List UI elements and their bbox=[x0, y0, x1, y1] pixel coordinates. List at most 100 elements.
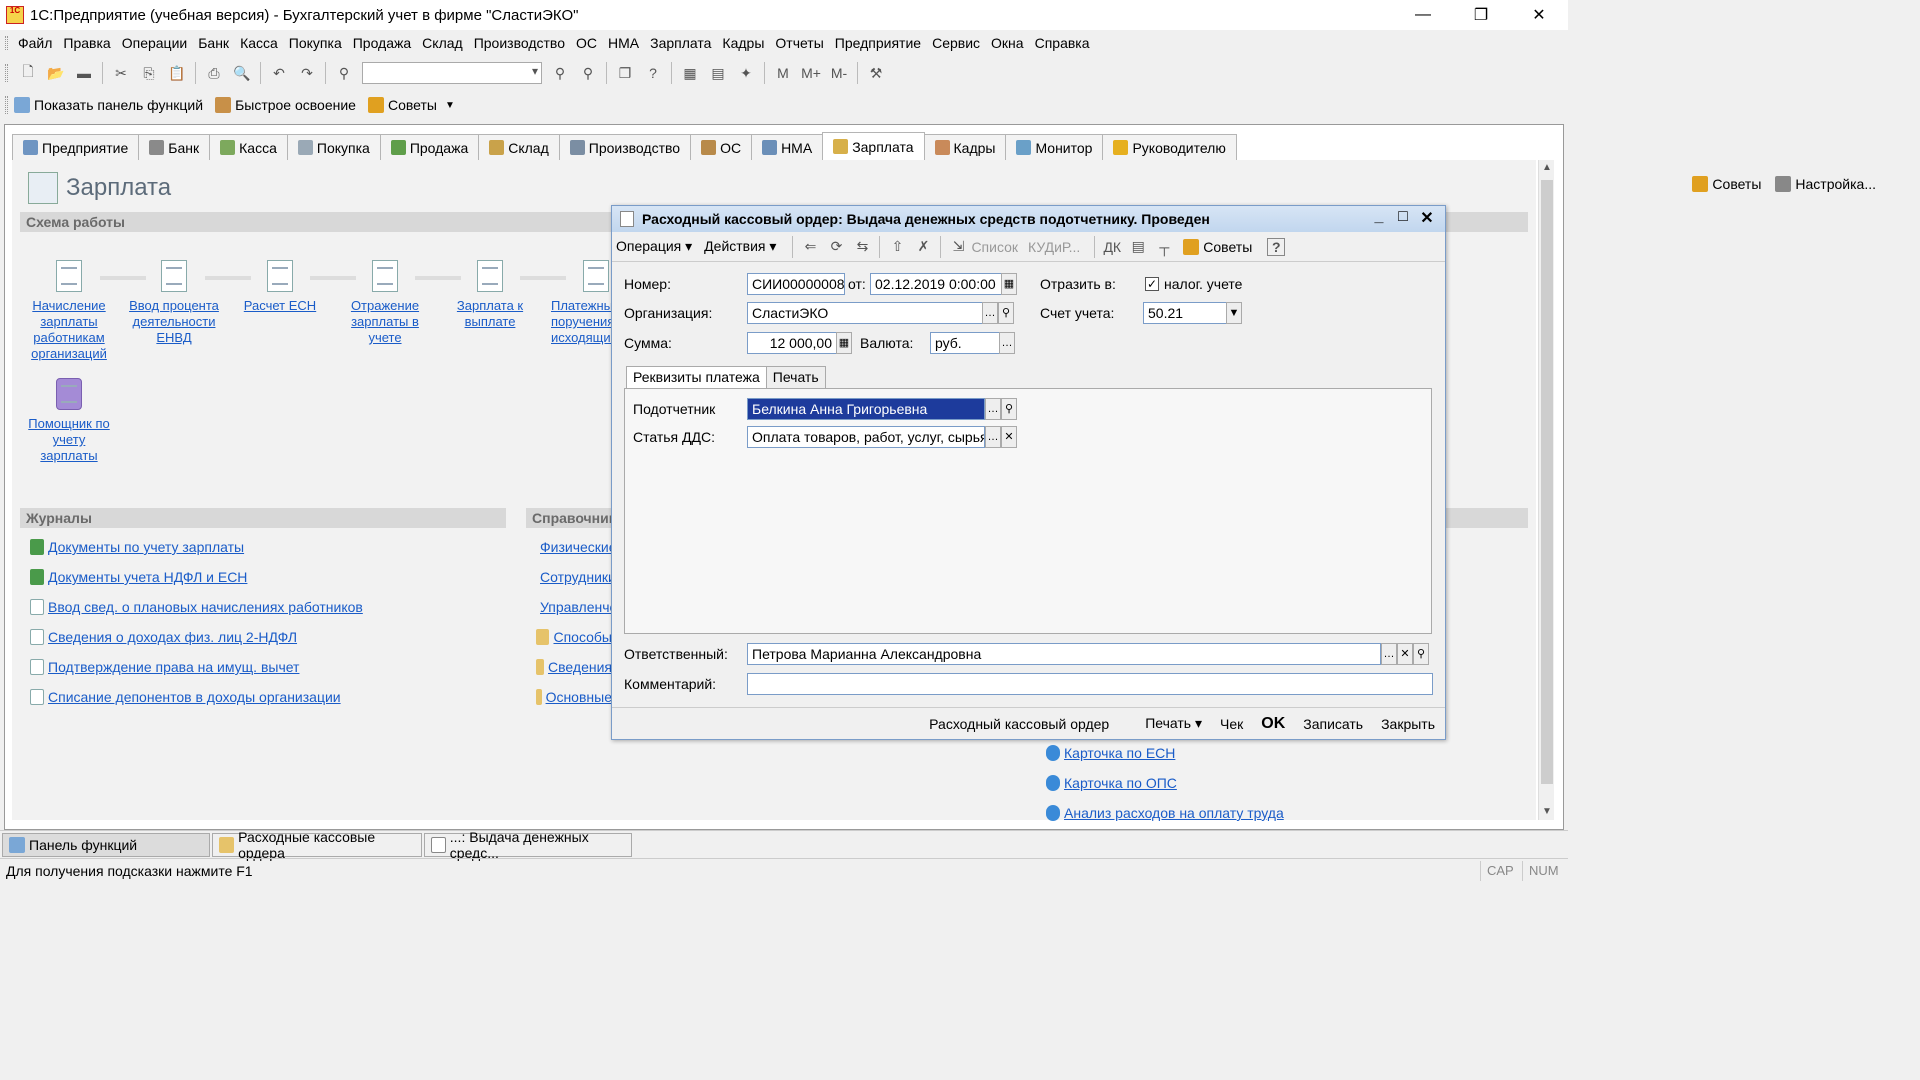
comment-field[interactable] bbox=[747, 673, 1433, 695]
scroll-down-icon[interactable]: ▼ bbox=[1539, 804, 1555, 820]
task-cash-orders[interactable]: Расходные кассовые ордера bbox=[212, 829, 422, 861]
search-icon[interactable]: ⚲ bbox=[1001, 398, 1017, 420]
chevron-down-icon[interactable]: ▼ bbox=[445, 100, 455, 111]
close-icon[interactable]: ✕ bbox=[1510, 0, 1568, 30]
open-icon[interactable]: 📂 bbox=[45, 62, 67, 84]
help-icon[interactable]: ? bbox=[642, 62, 664, 84]
tab-hr[interactable]: Кадры bbox=[923, 134, 1007, 160]
save-icon[interactable]: ▬ bbox=[73, 62, 95, 84]
page-tips-link[interactable]: Советы bbox=[1712, 176, 1761, 192]
scroll-up-icon[interactable]: ▲ bbox=[1539, 160, 1555, 176]
menu-help[interactable]: Справка bbox=[1035, 35, 1090, 51]
structure-icon[interactable]: ┬ bbox=[1154, 237, 1174, 257]
memory-m-plus[interactable]: M+ bbox=[800, 62, 822, 84]
tab-cash[interactable]: Касса bbox=[209, 134, 288, 160]
calculator-icon[interactable]: ▦ bbox=[679, 62, 701, 84]
sum-field[interactable]: 12 000,00 bbox=[747, 332, 837, 354]
select-button[interactable]: … bbox=[999, 332, 1015, 354]
salary-helper-link[interactable]: Помощник по учету зарплаты bbox=[24, 378, 114, 464]
ref-link[interactable]: Способы bbox=[536, 622, 612, 652]
menu-warehouse[interactable]: Склад bbox=[422, 35, 463, 51]
menu-nma[interactable]: НМА bbox=[608, 35, 639, 51]
select-button[interactable]: … bbox=[982, 302, 998, 324]
ref-link[interactable]: Управленческие bbox=[536, 592, 612, 622]
task-functions-panel[interactable]: Панель функций bbox=[2, 832, 210, 857]
tips-button[interactable]: Советы ▼ bbox=[367, 97, 455, 113]
page-settings-link[interactable]: Настройка... bbox=[1795, 176, 1876, 192]
list-button[interactable]: Список bbox=[971, 239, 1018, 255]
preview-icon[interactable]: 🔍 bbox=[231, 62, 253, 84]
tab-warehouse[interactable]: Склад bbox=[478, 134, 560, 160]
restore-icon[interactable]: ❐ bbox=[1452, 0, 1510, 30]
menu-edit[interactable]: Правка bbox=[63, 35, 110, 51]
schema-item-reflection[interactable]: Отражение зарплаты в учете bbox=[340, 260, 430, 346]
org-field[interactable]: СластиЭКО bbox=[747, 302, 983, 324]
menu-service[interactable]: Сервис bbox=[932, 35, 980, 51]
menu-file[interactable]: Файл bbox=[18, 35, 52, 51]
memory-m[interactable]: M bbox=[772, 62, 794, 84]
calendar-icon[interactable]: ▦ bbox=[1001, 273, 1017, 295]
doc-print-button[interactable]: Расходный кассовый ордер bbox=[929, 716, 1109, 732]
schema-item-accrual[interactable]: Начисление зарплаты работникам организац… bbox=[24, 260, 114, 362]
help-button[interactable]: ? bbox=[1267, 237, 1286, 256]
journal-link[interactable]: Подтверждение права на имущ. вычет bbox=[30, 652, 363, 682]
tab-salary[interactable]: Зарплата bbox=[822, 132, 925, 160]
arrow-left-icon[interactable]: ⇐ bbox=[800, 237, 820, 257]
menu-purchase[interactable]: Покупка bbox=[289, 35, 342, 51]
chevron-down-icon[interactable]: ▼ bbox=[1226, 302, 1242, 324]
swap-icon[interactable]: ⇆ bbox=[852, 237, 872, 257]
windows-icon[interactable]: ❐ bbox=[614, 62, 636, 84]
accountable-field[interactable]: Белкина Анна Григорьевна bbox=[747, 398, 985, 420]
select-button[interactable]: … bbox=[1381, 643, 1397, 665]
menu-bank[interactable]: Банк bbox=[198, 35, 229, 51]
tab-production[interactable]: Производство bbox=[558, 134, 692, 160]
find-next-icon[interactable]: ⚲ bbox=[549, 62, 571, 84]
menu-reports[interactable]: Отчеты bbox=[775, 35, 823, 51]
schema-item-esn[interactable]: Расчет ЕСН bbox=[235, 260, 325, 314]
post-icon[interactable]: ⇧ bbox=[887, 237, 907, 257]
journal-link[interactable]: Ввод свед. о плановых начислениях работн… bbox=[30, 592, 363, 622]
copy-icon[interactable]: ⎘ bbox=[138, 62, 160, 84]
maximize-icon[interactable]: □ bbox=[1391, 208, 1415, 228]
wizard-icon[interactable]: ✦ bbox=[735, 62, 757, 84]
dialog-tips-button[interactable]: Советы bbox=[1203, 239, 1252, 255]
search-icon[interactable]: ⚲ bbox=[1413, 643, 1429, 665]
actions-menu[interactable]: Действия ▾ bbox=[704, 238, 776, 255]
ref-link[interactable]: Основные bbox=[536, 682, 612, 712]
tools-icon[interactable]: ⚒ bbox=[865, 62, 887, 84]
tab-enterprise[interactable]: Предприятие bbox=[12, 134, 140, 160]
menu-os[interactable]: ОС bbox=[576, 35, 597, 51]
schema-item-payment-orders[interactable]: Платежные поручения исходящие bbox=[551, 260, 611, 346]
search-combo[interactable] bbox=[362, 62, 542, 84]
minimize-icon[interactable]: — bbox=[1394, 0, 1452, 30]
tab-sale[interactable]: Продажа bbox=[379, 134, 480, 160]
save-button[interactable]: Записать bbox=[1303, 716, 1363, 732]
journal-link[interactable]: Сведения о доходах физ. лиц 2-НДФЛ bbox=[30, 622, 363, 652]
scroll-thumb[interactable] bbox=[1541, 180, 1553, 784]
journal-link[interactable]: Списание депонентов в доходы организации bbox=[30, 682, 363, 712]
schema-item-envd[interactable]: Ввод процента деятельности ЕНВД bbox=[129, 260, 219, 346]
dds-field[interactable]: Оплата товаров, работ, услуг, сырья bbox=[747, 426, 985, 448]
menu-production[interactable]: Производство bbox=[474, 35, 565, 51]
menu-windows[interactable]: Окна bbox=[991, 35, 1024, 51]
select-button[interactable]: … bbox=[985, 426, 1001, 448]
select-button[interactable]: … bbox=[985, 398, 1001, 420]
menu-cash[interactable]: Касса bbox=[240, 35, 278, 51]
ref-link[interactable]: Сотрудники bbox=[536, 562, 612, 592]
menu-hr[interactable]: Кадры bbox=[722, 35, 764, 51]
search-icon[interactable]: ⚲ bbox=[998, 302, 1014, 324]
tab-os[interactable]: ОС bbox=[690, 134, 753, 160]
operation-menu[interactable]: Операция ▾ bbox=[616, 238, 692, 255]
tab-bank[interactable]: Банк bbox=[138, 134, 211, 160]
journal-link[interactable]: Документы учета НДФЛ и ЕСН bbox=[30, 562, 363, 592]
number-field[interactable]: СИИ00000008 bbox=[747, 273, 845, 295]
based-on-icon[interactable]: ⇲ bbox=[948, 237, 968, 257]
menu-sale[interactable]: Продажа bbox=[353, 35, 411, 51]
unpost-icon[interactable]: ✗ bbox=[913, 237, 933, 257]
minimize-icon[interactable]: _ bbox=[1367, 208, 1391, 228]
calendar-icon[interactable]: ▤ bbox=[707, 62, 729, 84]
check-button[interactable]: Чек bbox=[1220, 716, 1243, 732]
tab-monitor[interactable]: Монитор bbox=[1005, 134, 1104, 160]
print-menu[interactable]: Печать ▾ bbox=[1127, 715, 1202, 732]
print-icon[interactable]: ⎙ bbox=[203, 62, 225, 84]
